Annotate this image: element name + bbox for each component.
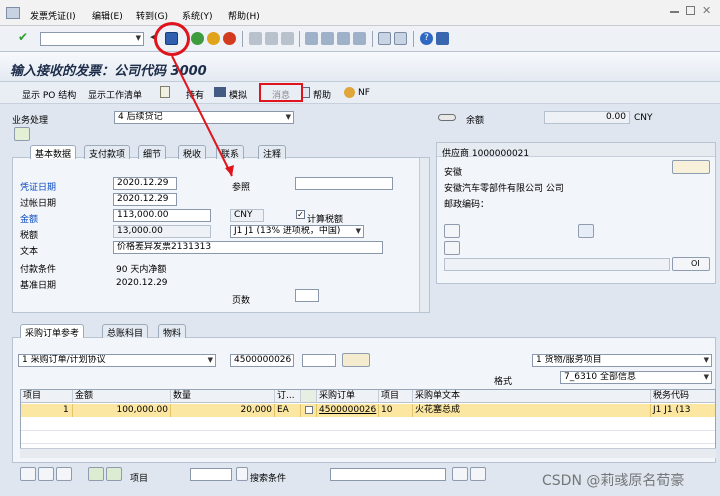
watermark: CSDN @莉彧原名荀豪 (542, 473, 685, 489)
annotation-arrow (171, 55, 234, 177)
